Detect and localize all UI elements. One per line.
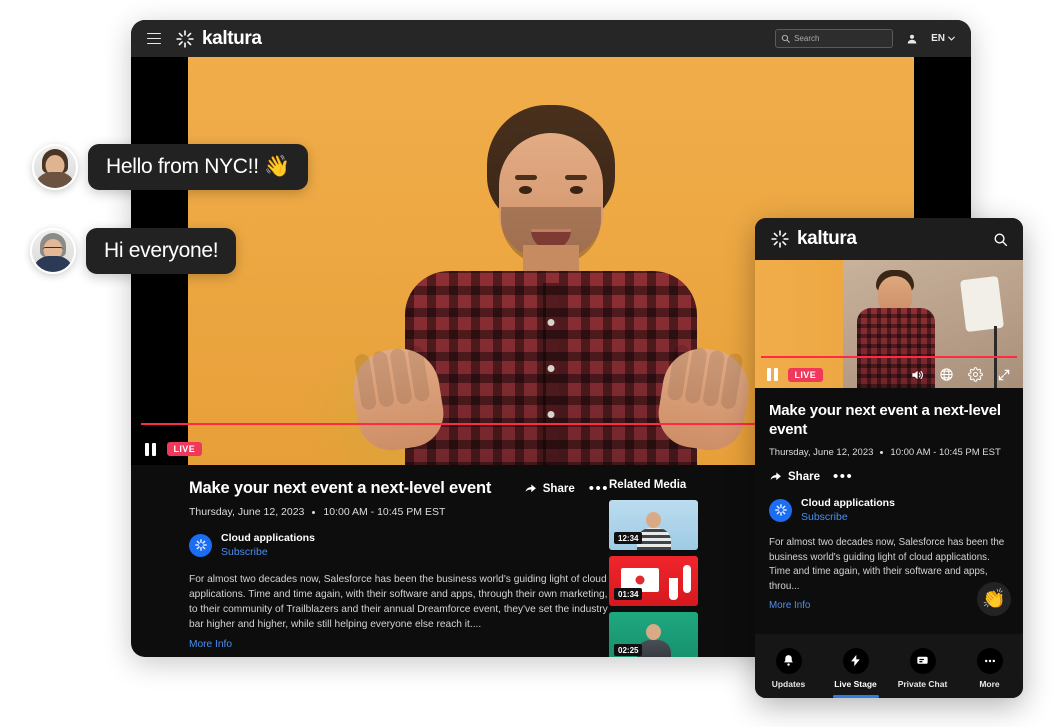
duration-badge: 02:25: [614, 644, 642, 656]
mobile-details: Make your next event a next-level event …: [755, 388, 1023, 611]
search-input[interactable]: Search: [775, 29, 893, 48]
avatar: [30, 228, 76, 274]
related-media-item[interactable]: 12:34: [609, 500, 698, 550]
progress-bar[interactable]: [761, 356, 1017, 358]
nav-item-private-chat[interactable]: Private Chat: [889, 644, 956, 689]
nav-label: Private Chat: [898, 679, 948, 689]
page-title: Make your next event a next-level event: [769, 401, 1009, 439]
subscribe-link[interactable]: Subscribe: [801, 511, 895, 523]
search-icon[interactable]: [993, 232, 1008, 247]
user-account-icon[interactable]: [906, 33, 918, 45]
channel-avatar: [189, 534, 212, 557]
hamburger-menu-icon[interactable]: [147, 33, 161, 44]
softbox-light: [960, 276, 1004, 332]
nav-item-updates[interactable]: Updates: [755, 644, 822, 689]
channel-row: Cloud applications Subscribe: [189, 532, 609, 558]
chat-bubble-icon: [910, 648, 936, 674]
mobile-video-player[interactable]: LIVE: [755, 260, 1023, 388]
subscribe-link[interactable]: Subscribe: [221, 546, 315, 558]
search-placeholder: Search: [794, 34, 819, 43]
bolt-icon: [843, 648, 869, 674]
volume-icon[interactable]: [909, 368, 925, 382]
video-details: Make your next event a next-level event …: [131, 479, 609, 657]
event-date: Thursday, June 12, 2023: [769, 447, 873, 458]
share-button[interactable]: Share: [769, 470, 820, 483]
globe-icon[interactable]: [939, 367, 954, 382]
mobile-bottom-nav: Updates Live Stage Private Chat: [755, 634, 1023, 698]
thumbnail-figure: [637, 512, 671, 550]
expand-icon[interactable]: [997, 368, 1011, 382]
more-horizontal-icon[interactable]: •••: [589, 484, 609, 494]
event-description: For almost two decades now, Salesforce h…: [189, 572, 609, 632]
chat-message: Hello from NYC!! 👋: [32, 144, 308, 190]
search-icon: [781, 34, 790, 43]
event-description: For almost two decades now, Salesforce h…: [769, 536, 1009, 594]
nav-item-live-stage[interactable]: Live Stage: [822, 644, 889, 689]
chat-bubble-text: Hi everyone!: [86, 228, 236, 274]
more-info-link[interactable]: More Info: [189, 639, 609, 650]
more-horizontal-icon: [977, 648, 1003, 674]
language-label: EN: [931, 33, 945, 44]
event-meta: Thursday, June 12, 2023 10:00 AM - 10:45…: [769, 447, 1009, 458]
kaltura-starburst-icon: [770, 229, 790, 249]
page-title: Make your next event a next-level event: [189, 479, 524, 498]
nav-label: Updates: [772, 679, 806, 689]
brand-name: kaltura: [797, 228, 857, 250]
brand-name: kaltura: [202, 28, 262, 50]
duration-badge: 12:34: [614, 532, 642, 544]
chat-message: Hi everyone!: [30, 228, 236, 274]
nav-item-more[interactable]: More: [956, 644, 1023, 689]
event-time: 10:00 AM - 10:45 PM EST: [323, 506, 445, 518]
related-media-item[interactable]: 02:25: [609, 612, 698, 657]
meta-separator-dot: [312, 511, 315, 514]
kaltura-brand[interactable]: kaltura: [175, 28, 262, 50]
related-media-item[interactable]: 01:34: [609, 556, 698, 606]
header-right-group: Search EN: [775, 29, 955, 48]
mobile-app-panel: kaltura LIVE: [755, 218, 1023, 698]
mobile-actions: Share •••: [769, 470, 1009, 483]
channel-row: Cloud applications Subscribe: [769, 497, 1009, 523]
share-label: Share: [788, 471, 820, 483]
share-button[interactable]: Share: [524, 482, 575, 495]
kaltura-starburst-icon: [175, 29, 195, 49]
kaltura-brand[interactable]: kaltura: [770, 228, 857, 250]
ribbon-graphic: [683, 565, 691, 593]
pause-icon[interactable]: [767, 368, 778, 381]
chevron-down-icon: [948, 36, 955, 41]
channel-name: Cloud applications: [221, 532, 315, 544]
more-info-link[interactable]: More Info: [769, 600, 1009, 611]
nav-label: More: [979, 679, 999, 689]
app-header: kaltura Search EN: [131, 20, 971, 57]
duration-badge: 01:34: [614, 588, 642, 600]
more-horizontal-icon[interactable]: •••: [833, 472, 853, 482]
meta-separator-dot: [880, 451, 883, 454]
avatar: [32, 144, 78, 190]
share-arrow-icon: [769, 470, 782, 483]
live-badge: LIVE: [167, 442, 203, 456]
related-media-heading: Related Media: [609, 479, 727, 491]
glass-graphic: [669, 578, 678, 600]
bell-icon: [776, 648, 802, 674]
nav-label: Live Stage: [834, 679, 877, 689]
chat-bubble-text: Hello from NYC!! 👋: [88, 144, 308, 190]
mobile-header: kaltura: [755, 218, 1023, 260]
pause-icon[interactable]: [145, 443, 156, 456]
share-arrow-icon: [524, 482, 537, 495]
reaction-badge[interactable]: 👏: [977, 582, 1011, 616]
language-selector[interactable]: EN: [931, 33, 955, 44]
share-label: Share: [543, 483, 575, 495]
event-time: 10:00 AM - 10:45 PM EST: [890, 447, 1000, 458]
channel-avatar: [769, 499, 792, 522]
live-badge: LIVE: [788, 368, 824, 382]
gear-icon[interactable]: [968, 367, 983, 382]
channel-name: Cloud applications: [801, 497, 895, 509]
related-media-panel: Related Media 12:34 01:34 02:25: [609, 479, 727, 657]
mobile-player-controls: LIVE: [755, 367, 1023, 382]
event-date: Thursday, June 12, 2023: [189, 506, 304, 518]
event-meta: Thursday, June 12, 2023 10:00 AM - 10:45…: [189, 506, 609, 518]
